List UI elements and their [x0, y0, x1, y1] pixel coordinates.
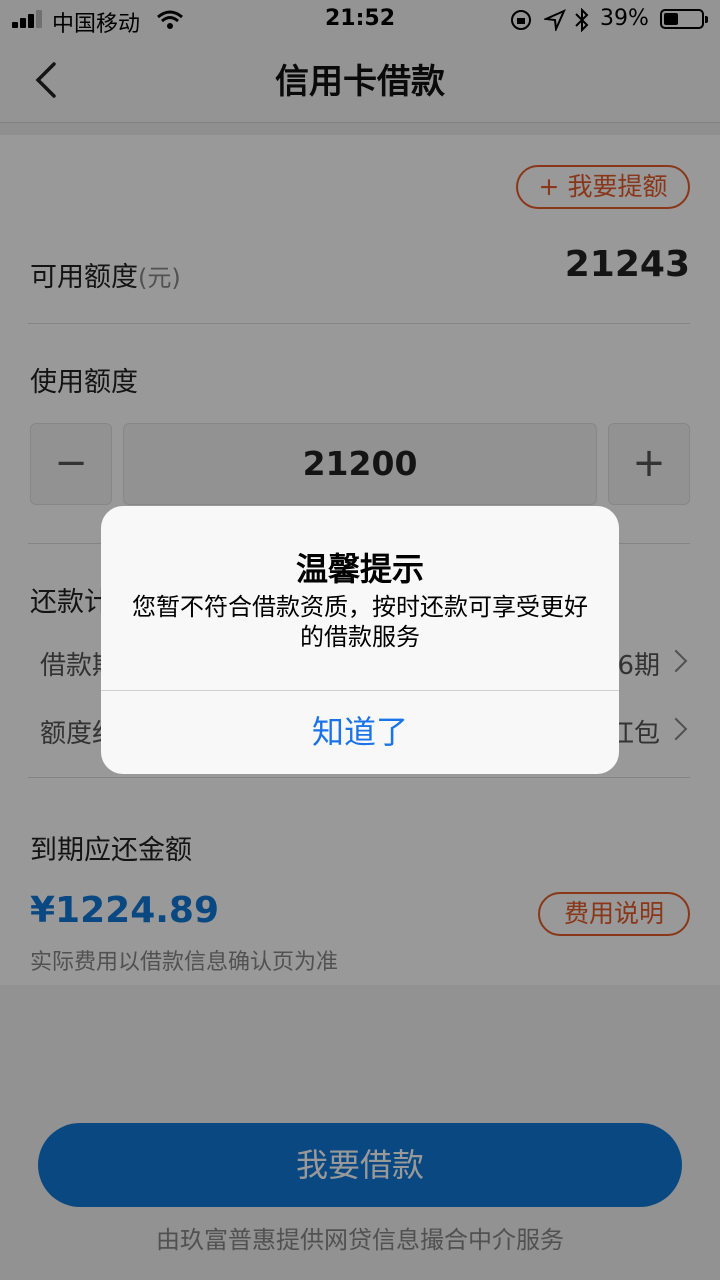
- alert-dialog: 温馨提示 您暂不符合借款资质，按时还款可享受更好的借款服务 知道了: [101, 506, 619, 774]
- dialog-message: 您暂不符合借款资质，按时还款可享受更好的借款服务: [132, 593, 588, 651]
- dialog-confirm-button[interactable]: 知道了: [101, 691, 619, 774]
- dialog-title: 温馨提示: [295, 550, 424, 588]
